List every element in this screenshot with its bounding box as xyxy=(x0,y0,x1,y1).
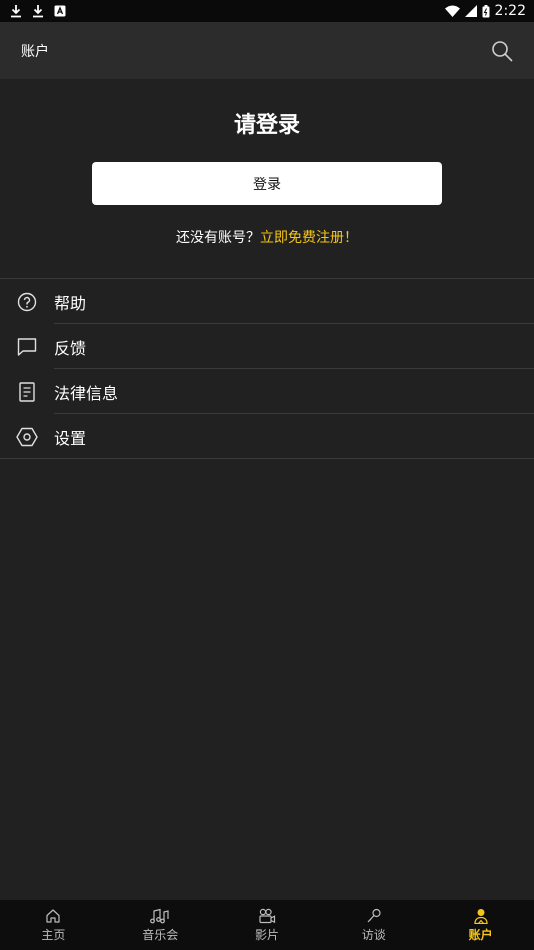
nav-item-home[interactable]: 主页 xyxy=(0,900,107,950)
signal-icon xyxy=(464,5,477,17)
music-icon xyxy=(150,908,169,923)
menu-item-legal[interactable]: 法律信息 xyxy=(0,369,534,414)
login-section: 请登录 登录 还没有账号？立即免费注册！ xyxy=(0,79,534,278)
help-icon xyxy=(0,292,54,312)
menu-item-label: 设置 xyxy=(54,428,87,448)
battery-icon xyxy=(482,4,490,17)
status-notifications xyxy=(10,4,66,18)
nav-item-label: 访谈 xyxy=(361,927,386,942)
feedback-icon xyxy=(0,337,54,357)
login-heading: 请登录 xyxy=(233,113,300,138)
movie-icon xyxy=(259,908,276,923)
search-icon xyxy=(492,40,513,62)
register-link[interactable]: 立即免费注册！ xyxy=(260,230,358,246)
app-bar: 账户 xyxy=(0,22,534,79)
menu-item-label: 反馈 xyxy=(54,338,87,358)
account-icon xyxy=(473,908,488,924)
status-bar: 2:22 xyxy=(0,0,534,22)
nav-item-interviews[interactable]: 访谈 xyxy=(320,900,427,950)
nav-item-account[interactable]: 账户 xyxy=(427,900,534,950)
nav-item-label: 账户 xyxy=(468,927,493,942)
menu-item-help[interactable]: 帮助 xyxy=(0,279,534,324)
menu-item-label: 帮助 xyxy=(54,293,87,313)
divider xyxy=(0,458,534,459)
app-notification-icon xyxy=(54,5,66,17)
menu-item-settings[interactable]: 设置 xyxy=(0,414,534,459)
page-title: 账户 xyxy=(21,43,49,60)
menu-item-label: 法律信息 xyxy=(54,383,119,403)
nav-item-label: 主页 xyxy=(41,927,66,942)
download-icon xyxy=(33,5,43,18)
document-icon xyxy=(0,381,54,402)
status-time: 2:22 xyxy=(494,3,526,19)
home-icon xyxy=(46,908,60,923)
microphone-icon xyxy=(367,908,381,922)
menu-item-feedback[interactable]: 反馈 xyxy=(0,324,534,369)
account-menu: 帮助 反馈 法律信息 设置 xyxy=(0,278,534,459)
download-icon xyxy=(11,5,21,18)
nav-item-movies[interactable]: 影片 xyxy=(214,900,321,950)
wifi-icon xyxy=(444,5,460,17)
nav-item-label: 影片 xyxy=(254,927,279,942)
register-prompt: 还没有账号？ xyxy=(176,230,260,246)
nav-item-label: 音乐会 xyxy=(142,927,179,942)
register-line: 还没有账号？立即免费注册！ xyxy=(0,227,534,247)
settings-icon xyxy=(0,427,54,447)
search-button[interactable] xyxy=(490,39,514,63)
nav-item-concerts[interactable]: 音乐会 xyxy=(107,900,214,950)
status-system: 2:22 xyxy=(444,3,526,19)
bottom-nav: 主页 音乐会 影片 访谈 账户 xyxy=(0,900,534,950)
login-button[interactable]: 登录 xyxy=(92,162,442,205)
